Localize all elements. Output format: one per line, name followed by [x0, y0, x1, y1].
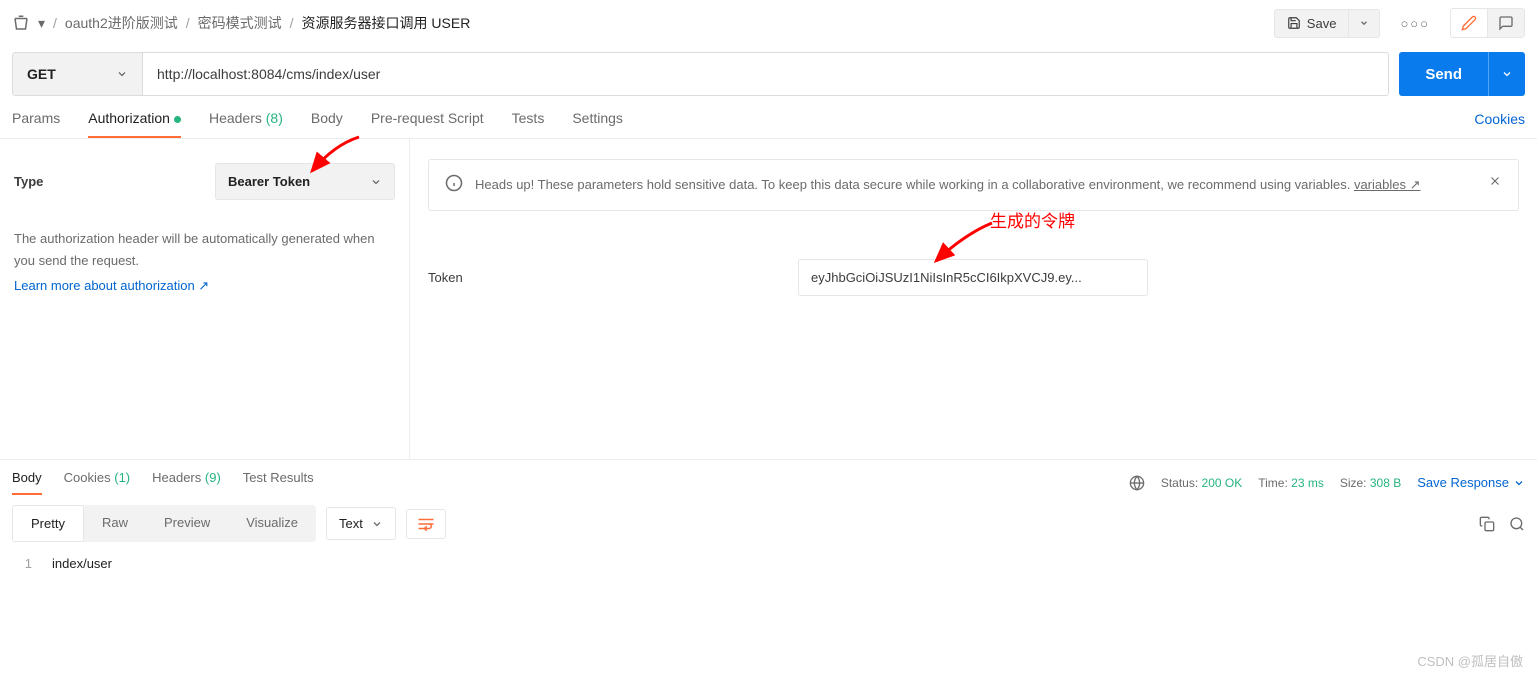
- watermark: CSDN @孤居自傲: [1417, 651, 1523, 670]
- collection-icon[interactable]: [12, 14, 30, 32]
- tab-tests[interactable]: Tests: [512, 110, 545, 138]
- alert-variables-link[interactable]: variables ↗: [1354, 177, 1421, 192]
- auth-learn-more-link[interactable]: Learn more about authorization ↗: [14, 278, 395, 294]
- send-group: Send: [1399, 52, 1525, 96]
- send-dropdown[interactable]: [1488, 52, 1525, 96]
- breadcrumb-sep: /: [290, 15, 294, 31]
- top-actions: Save ○○○: [1274, 8, 1525, 38]
- auth-type-value: Bearer Token: [228, 174, 310, 189]
- auth-alert: Heads up! These parameters hold sensitiv…: [428, 159, 1519, 211]
- auth-right-panel: Heads up! These parameters hold sensitiv…: [410, 139, 1537, 459]
- breadcrumb-item-2[interactable]: 密码模式测试: [198, 13, 282, 33]
- comment-icon[interactable]: [1488, 9, 1524, 37]
- close-icon[interactable]: [1488, 174, 1502, 188]
- token-label: Token: [428, 270, 798, 285]
- resp-tab-body[interactable]: Body: [12, 470, 42, 495]
- chevron-down-icon[interactable]: ▾: [38, 15, 45, 32]
- body-toolbar: Pretty Raw Preview Visualize Text: [0, 495, 1537, 552]
- resp-tab-tests[interactable]: Test Results: [243, 470, 314, 495]
- auth-dot-icon: [174, 116, 181, 123]
- tab-body[interactable]: Body: [311, 110, 343, 138]
- save-label: Save: [1307, 16, 1337, 31]
- body-tab-pretty[interactable]: Pretty: [12, 505, 84, 542]
- format-select[interactable]: Text: [326, 507, 396, 540]
- method-select[interactable]: GET: [13, 53, 143, 95]
- auth-description: The authorization header will be automat…: [14, 228, 395, 272]
- annotation-arrow-icon: [304, 135, 364, 179]
- wrap-lines-button[interactable]: [406, 509, 446, 539]
- method-url-group: GET: [12, 52, 1389, 96]
- time-value: 23 ms: [1291, 476, 1324, 490]
- method-label: GET: [27, 66, 56, 82]
- url-row: GET Send: [0, 46, 1537, 96]
- response-meta: Status: 200 OK Time: 23 ms Size: 308 B S…: [1129, 475, 1525, 491]
- status-value: 200 OK: [1202, 476, 1243, 490]
- globe-icon[interactable]: [1129, 475, 1145, 491]
- edit-icon[interactable]: [1451, 9, 1488, 37]
- top-bar: ▾ / oauth2进阶版测试 / 密码模式测试 / 资源服务器接口调用 USE…: [0, 0, 1537, 46]
- alert-text: Heads up! These parameters hold sensitiv…: [475, 174, 1420, 196]
- more-actions-button[interactable]: ○○○: [1390, 10, 1440, 37]
- body-tab-visualize[interactable]: Visualize: [228, 505, 316, 542]
- auth-type-label: Type: [14, 174, 43, 189]
- breadcrumb-sep: /: [53, 15, 57, 31]
- view-icons: [1450, 8, 1525, 38]
- send-button[interactable]: Send: [1399, 52, 1488, 96]
- copy-icon[interactable]: [1479, 516, 1495, 532]
- response-body[interactable]: 1 index/user: [0, 552, 1537, 591]
- info-icon: [445, 174, 463, 192]
- auth-area: Type Bearer Token The authorization head…: [0, 139, 1537, 459]
- code-line-1: index/user: [52, 556, 112, 571]
- tab-params[interactable]: Params: [12, 110, 60, 138]
- tab-authorization[interactable]: Authorization: [88, 110, 181, 138]
- breadcrumb-item-3[interactable]: 资源服务器接口调用 USER: [302, 13, 471, 33]
- save-button[interactable]: Save: [1274, 9, 1350, 38]
- save-dropdown[interactable]: [1349, 9, 1380, 38]
- breadcrumb-item-1[interactable]: oauth2进阶版测试: [65, 13, 178, 33]
- annotation-arrow-icon: [930, 219, 1000, 269]
- size-value: 308 B: [1370, 476, 1401, 490]
- body-tab-preview[interactable]: Preview: [146, 505, 228, 542]
- search-icon[interactable]: [1509, 516, 1525, 532]
- resp-tab-headers[interactable]: Headers (9): [152, 470, 221, 495]
- auth-left-panel: Type Bearer Token The authorization head…: [0, 139, 410, 459]
- resp-tab-cookies[interactable]: Cookies (1): [64, 470, 130, 495]
- tab-settings[interactable]: Settings: [572, 110, 623, 138]
- tab-prerequest[interactable]: Pre-request Script: [371, 110, 484, 138]
- url-input[interactable]: [143, 53, 1388, 95]
- breadcrumb-sep: /: [186, 15, 190, 31]
- tab-headers[interactable]: Headers (8): [209, 110, 283, 138]
- response-header: Body Cookies (1) Headers (9) Test Result…: [0, 459, 1537, 495]
- body-view-tabs: Pretty Raw Preview Visualize: [12, 505, 316, 542]
- breadcrumb: ▾ / oauth2进阶版测试 / 密码模式测试 / 资源服务器接口调用 USE…: [12, 13, 470, 33]
- save-group: Save: [1274, 9, 1381, 38]
- cookies-link[interactable]: Cookies: [1474, 111, 1525, 137]
- line-number: 1: [12, 556, 52, 571]
- save-response-link[interactable]: Save Response: [1417, 475, 1525, 490]
- body-tab-raw[interactable]: Raw: [84, 505, 146, 542]
- request-tabs: Params Authorization Headers (8) Body Pr…: [0, 96, 1537, 139]
